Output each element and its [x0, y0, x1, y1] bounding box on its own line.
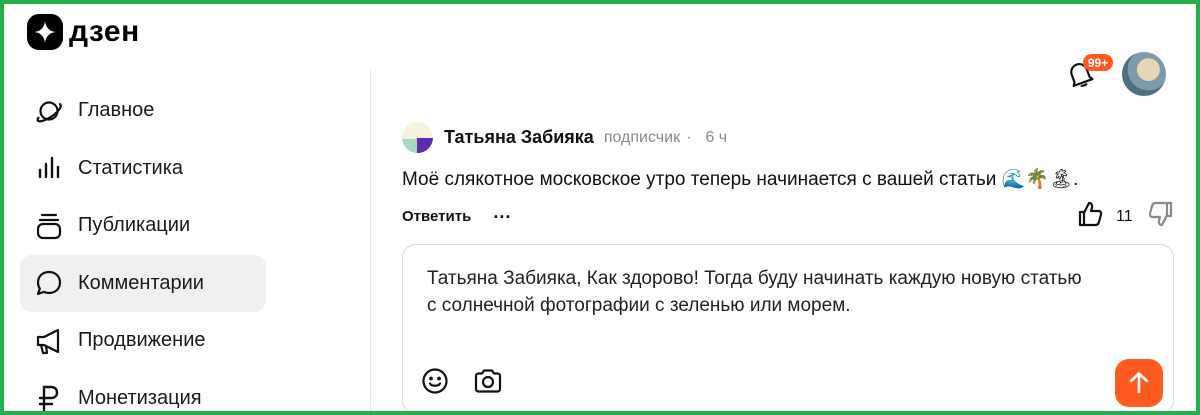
- sidebar-item-label: Монетизация: [78, 386, 202, 409]
- sidebar-item-label: Главное: [78, 99, 155, 122]
- sidebar-item-publications[interactable]: Публикации: [20, 197, 266, 255]
- comment-actions: Ответить ···: [402, 208, 511, 226]
- thumbs-down-icon[interactable]: [1147, 200, 1175, 228]
- author-avatar[interactable]: [402, 122, 433, 153]
- more-options-button[interactable]: ···: [493, 208, 511, 226]
- user-avatar[interactable]: [1122, 52, 1166, 96]
- dzen-star-icon: [27, 14, 63, 50]
- sidebar-item-comments[interactable]: Комментарии: [20, 254, 266, 312]
- reply-text[interactable]: Татьяна Забияка, Как здорово! Тогда буду…: [427, 265, 1157, 319]
- sidebar-item-label: Статистика: [78, 156, 184, 179]
- send-button[interactable]: [1115, 359, 1163, 407]
- sidebar-item-label: Продвижение: [78, 329, 206, 352]
- author-name[interactable]: Татьяна Забияка: [444, 127, 594, 148]
- sidebar-item-monetization[interactable]: Монетизация: [20, 370, 266, 415]
- author-role: подписчик: [603, 128, 681, 146]
- comment-time: 6 ч: [705, 128, 728, 146]
- emoji-icon[interactable]: [421, 367, 449, 395]
- megaphone-icon: [34, 326, 64, 356]
- comment-text: Моё слякотное московское утро теперь нач…: [402, 169, 1079, 190]
- sidebar-item-label: Публикации: [78, 214, 191, 237]
- sidebar-item-promotion[interactable]: Продвижение: [20, 312, 266, 370]
- sidebar-item-label: Комментарии: [78, 271, 204, 294]
- camera-icon[interactable]: [473, 367, 503, 395]
- reply-textarea[interactable]: Татьяна Забияка, Как здорово! Тогда буду…: [402, 244, 1174, 414]
- meta-separator: ·: [686, 128, 692, 146]
- stack-icon: [34, 211, 64, 241]
- bar-chart-icon: [34, 153, 64, 183]
- like-count: 11: [1116, 208, 1133, 225]
- sidebar-item-statistics[interactable]: Статистика: [20, 140, 266, 198]
- comment-header: Татьяна Забияка подписчик · 6 ч: [402, 122, 727, 153]
- reply-button[interactable]: Ответить: [402, 208, 471, 225]
- sidebar-divider: [370, 70, 371, 415]
- sidebar: Главное Статистика Публикации Комментари…: [20, 82, 266, 415]
- comment-bubble-icon: [34, 268, 64, 298]
- notifications-badge: 99+: [1083, 54, 1113, 71]
- planet-icon: [34, 96, 64, 126]
- thumbs-up-icon[interactable]: [1076, 200, 1104, 228]
- logo-text: дзен: [69, 15, 140, 48]
- arrow-up-icon: [1129, 372, 1149, 394]
- ruble-icon: [34, 383, 64, 413]
- sidebar-item-main[interactable]: Главное: [20, 82, 266, 140]
- dzen-logo[interactable]: дзен: [27, 14, 140, 50]
